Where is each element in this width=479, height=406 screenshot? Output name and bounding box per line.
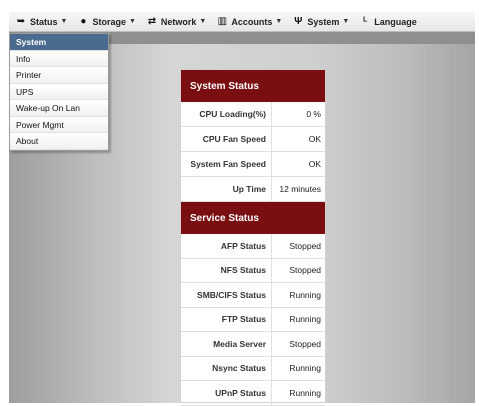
status-panel: System Status CPU Loading(%) 0 % CPU Fan… (180, 69, 326, 406)
language-icon: ᴸ (363, 16, 368, 27)
system-icon: Ψ (294, 16, 303, 27)
row-label: SMB/CIFS Status (181, 283, 272, 307)
menu-language[interactable]: ᴸ Language (359, 16, 417, 27)
chevron-down-icon: ▼ (275, 18, 283, 25)
row-value: Stopped (289, 265, 321, 276)
row-label: FTP Status (181, 307, 272, 331)
row-value: Stopped (289, 240, 321, 251)
menu-accounts[interactable]: ▥ Accounts ▼ (216, 16, 283, 27)
row-value: 12 minutes (279, 184, 321, 194)
service-status-row: Media Server Stopped (181, 332, 325, 357)
system-status-heading: System Status (181, 70, 325, 102)
accounts-icon: ▥ (217, 16, 228, 27)
service-status-row: UPnP Status Running (181, 381, 325, 406)
system-status-row: CPU Fan Speed OK (181, 127, 325, 152)
status-dropdown-menu: System Info Printer UPS Wake-up On Lan P… (9, 33, 109, 151)
dropdown-item-printer[interactable]: Printer (10, 67, 108, 84)
row-label: AFP Status (181, 234, 272, 258)
service-status-row: SMB/CIFS Status Running (181, 283, 325, 308)
dropdown-item-wake-on-lan[interactable]: Wake-up On Lan (10, 100, 108, 117)
service-status-row: FTP Status Running (181, 307, 325, 332)
system-status-row: Up Time 12 minutes (181, 177, 325, 202)
system-status-row: System Fan Speed OK (181, 152, 325, 177)
menu-language-label: Language (374, 16, 417, 27)
row-label: CPU Fan Speed (181, 127, 272, 151)
row-label: Media Server (181, 332, 272, 356)
service-status-heading: Service Status (181, 202, 325, 234)
row-label: System Fan Speed (181, 152, 272, 176)
menu-system-label: System (307, 16, 340, 27)
chevron-down-icon: ▼ (199, 18, 207, 25)
system-status-row: CPU Loading(%) 0 % (181, 102, 325, 127)
app-frame: ➥ Status ▼ ● Storage ▼ ⇄ Network ▼ ▥ Acc… (0, 0, 479, 406)
row-label: Up Time (181, 177, 272, 201)
row-label: CPU Loading(%) (181, 102, 272, 126)
service-status-row: Nsync Status Running (181, 356, 325, 381)
status-icon: ➥ (16, 16, 26, 27)
row-label: NFS Status (181, 258, 272, 282)
dropdown-item-about[interactable]: About (10, 133, 108, 150)
row-value: OK (308, 134, 321, 144)
dropdown-item-info[interactable]: Info (10, 50, 108, 67)
network-icon: ⇄ (147, 16, 157, 27)
menu-storage-label: Storage (92, 16, 126, 27)
chevron-down-icon: ▼ (342, 18, 350, 25)
storage-icon: ● (80, 16, 87, 27)
row-value: Running (289, 289, 321, 300)
menu-system[interactable]: Ψ System ▼ (292, 16, 349, 27)
top-menu-bar: ➥ Status ▼ ● Storage ▼ ⇄ Network ▼ ▥ Acc… (9, 12, 475, 32)
menu-storage[interactable]: ● Storage ▼ (77, 16, 135, 27)
menu-network-label: Network (160, 16, 197, 27)
menu-status[interactable]: ➥ Status ▼ (15, 16, 68, 27)
chevron-down-icon: ▼ (60, 18, 68, 25)
row-value: 0 % (306, 109, 321, 119)
dropdown-item-system[interactable]: System (10, 34, 108, 51)
menu-network[interactable]: ⇄ Network ▼ (146, 16, 207, 27)
row-value: Running (289, 314, 321, 325)
chevron-down-icon: ▼ (128, 18, 136, 25)
dropdown-item-ups[interactable]: UPS (10, 83, 108, 100)
menu-status-label: Status (30, 16, 58, 27)
row-label: Nsync Status (181, 356, 272, 380)
service-status-row: NFS Status Stopped (181, 258, 325, 283)
row-value: Stopped (289, 338, 321, 349)
row-value: OK (308, 159, 321, 169)
dropdown-item-power-mgmt[interactable]: Power Mgmt (10, 116, 108, 133)
row-value: Running (289, 387, 321, 398)
row-value: Running (289, 363, 321, 374)
service-status-row: AFP Status Stopped (181, 234, 325, 259)
menu-accounts-label: Accounts (231, 16, 273, 27)
row-label: UPnP Status (181, 381, 272, 405)
